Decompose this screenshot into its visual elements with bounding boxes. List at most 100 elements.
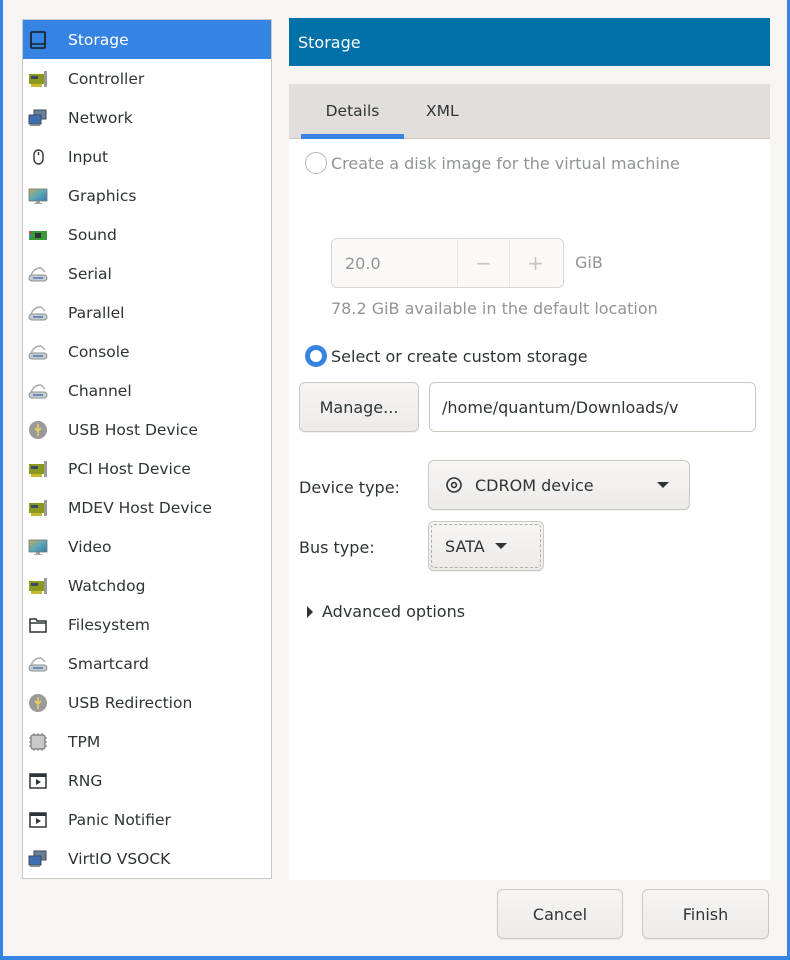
window-border-bottom <box>0 956 790 960</box>
sidebar-item-graphics[interactable]: Graphics <box>23 176 271 215</box>
serial-port-icon <box>26 652 50 676</box>
storage-icon <box>26 28 50 52</box>
expander-arrow-icon <box>307 605 313 618</box>
advanced-options-label: Advanced options <box>322 602 466 621</box>
sidebar-item-label: Watchdog <box>68 576 146 595</box>
sidebar-item-serial[interactable]: Serial <box>23 254 271 293</box>
sidebar-item-watchdog[interactable]: Watchdog <box>23 566 271 605</box>
cdrom-icon <box>446 477 462 493</box>
folder-icon <box>26 613 50 637</box>
create-disk-radio[interactable]: Create a disk image for the virtual mach… <box>305 152 680 174</box>
sidebar-item-controller[interactable]: Controller <box>23 59 271 98</box>
cancel-button-label: Cancel <box>532 904 588 924</box>
usb-icon <box>26 691 50 715</box>
tab-details-label: Details <box>325 102 380 120</box>
sidebar-item-storage[interactable]: Storage <box>23 20 271 59</box>
sidebar-item-label: Filesystem <box>68 615 150 634</box>
sidebar-item-label: Video <box>68 537 112 556</box>
sidebar-item-label: PCI Host Device <box>68 459 191 478</box>
sidebar-item-label: Panic Notifier <box>68 810 171 829</box>
sidebar-item-rng[interactable]: RNG <box>23 761 271 800</box>
create-disk-label: Create a disk image for the virtual mach… <box>331 153 680 173</box>
sidebar-item-label: USB Host Device <box>68 420 198 439</box>
serial-port-icon <box>26 301 50 325</box>
cancel-button[interactable]: Cancel <box>497 889 623 939</box>
bus-type-dropdown[interactable]: SATA <box>428 521 544 571</box>
window-border-left <box>0 0 3 960</box>
sidebar-item-label: Sound <box>68 225 117 244</box>
sound-card-icon <box>26 223 50 247</box>
sidebar-item-channel[interactable]: Channel <box>23 371 271 410</box>
serial-port-icon <box>26 340 50 364</box>
sidebar-item-label: RNG <box>68 771 103 790</box>
custom-storage-radio[interactable]: Select or create custom storage <box>305 345 588 367</box>
tab-details[interactable]: Details <box>301 84 404 139</box>
sidebar-item-panic-notifier[interactable]: Panic Notifier <box>23 800 271 839</box>
tab-xml[interactable]: XML <box>404 84 477 138</box>
radio-indicator <box>305 152 327 174</box>
sidebar-item-label: VirtIO VSOCK <box>68 849 171 868</box>
decrement-button[interactable]: − <box>457 239 509 287</box>
tab-xml-label: XML <box>426 102 459 120</box>
sidebar-item-pci-host-device[interactable]: PCI Host Device <box>23 449 271 488</box>
disk-size-spinner: 20.0 − + <box>331 238 564 288</box>
mouse-icon <box>26 145 50 169</box>
custom-storage-label: Select or create custom storage <box>331 346 588 366</box>
storage-path-input[interactable]: /home/quantum/Downloads/v <box>429 382 756 432</box>
storage-path-value: /home/quantum/Downloads/v <box>442 397 679 417</box>
manage-button[interactable]: Manage... <box>299 382 419 432</box>
sidebar-item-label: Graphics <box>68 186 137 205</box>
pci-card-icon <box>26 574 50 598</box>
sidebar-item-virtio-vsock[interactable]: VirtIO VSOCK <box>23 839 271 878</box>
finish-button-label: Finish <box>682 904 729 924</box>
monitor-icon <box>26 184 50 208</box>
chevron-down-icon <box>494 543 507 549</box>
page-title: Storage <box>298 32 361 52</box>
sidebar-item-label: Storage <box>68 30 129 49</box>
serial-port-icon <box>26 262 50 286</box>
details-notebook: Details XML Create a disk image for the … <box>289 84 770 880</box>
sidebar-item-tpm[interactable]: TPM <box>23 722 271 761</box>
device-type-dropdown[interactable]: CDROM device <box>428 460 690 510</box>
sidebar-item-mdev-host-device[interactable]: MDEV Host Device <box>23 488 271 527</box>
sidebar-item-label: Network <box>68 108 133 127</box>
tab-bar: Details XML <box>289 84 770 139</box>
sidebar-item-video[interactable]: Video <box>23 527 271 566</box>
sidebar-item-parallel[interactable]: Parallel <box>23 293 271 332</box>
sidebar-item-smartcard[interactable]: Smartcard <box>23 644 271 683</box>
chevron-down-icon <box>657 482 669 488</box>
serial-port-icon <box>26 379 50 403</box>
sidebar-item-label: MDEV Host Device <box>68 498 212 517</box>
sidebar-item-label: Smartcard <box>68 654 149 673</box>
sidebar-item-console[interactable]: Console <box>23 332 271 371</box>
increment-button[interactable]: + <box>509 239 561 287</box>
disk-size-input[interactable]: 20.0 <box>332 239 457 287</box>
device-type-value: CDROM device <box>475 475 594 495</box>
pci-card-icon <box>26 496 50 520</box>
monitor-icon <box>26 535 50 559</box>
sidebar-item-label: Console <box>68 342 130 361</box>
sidebar-item-sound[interactable]: Sound <box>23 215 271 254</box>
sidebar-item-network[interactable]: Network <box>23 98 271 137</box>
window-play-icon <box>26 808 50 832</box>
sidebar-item-label: Input <box>68 147 109 166</box>
available-space-text: 78.2 GiB available in the default locati… <box>331 299 658 318</box>
bus-type-label: Bus type: <box>299 538 375 557</box>
finish-button[interactable]: Finish <box>642 889 769 939</box>
advanced-options-expander[interactable]: Advanced options <box>307 602 465 621</box>
sidebar-item-usb-host-device[interactable]: USB Host Device <box>23 410 271 449</box>
sidebar-item-input[interactable]: Input <box>23 137 271 176</box>
sidebar-item-usb-redirection[interactable]: USB Redirection <box>23 683 271 722</box>
sidebar-item-filesystem[interactable]: Filesystem <box>23 605 271 644</box>
sidebar-item-label: Controller <box>68 69 145 88</box>
page-header: Storage <box>289 18 770 66</box>
chip-icon <box>26 730 50 754</box>
sidebar-item-label: Parallel <box>68 303 125 322</box>
manage-button-label: Manage... <box>319 397 399 417</box>
radio-indicator-checked <box>305 345 327 367</box>
network-icon <box>26 106 50 130</box>
window-play-icon <box>26 769 50 793</box>
hardware-type-list: Storage Controller Network Input Graphics Sou… <box>22 19 272 879</box>
sidebar-item-label: Channel <box>68 381 132 400</box>
device-type-label: Device type: <box>299 478 400 497</box>
